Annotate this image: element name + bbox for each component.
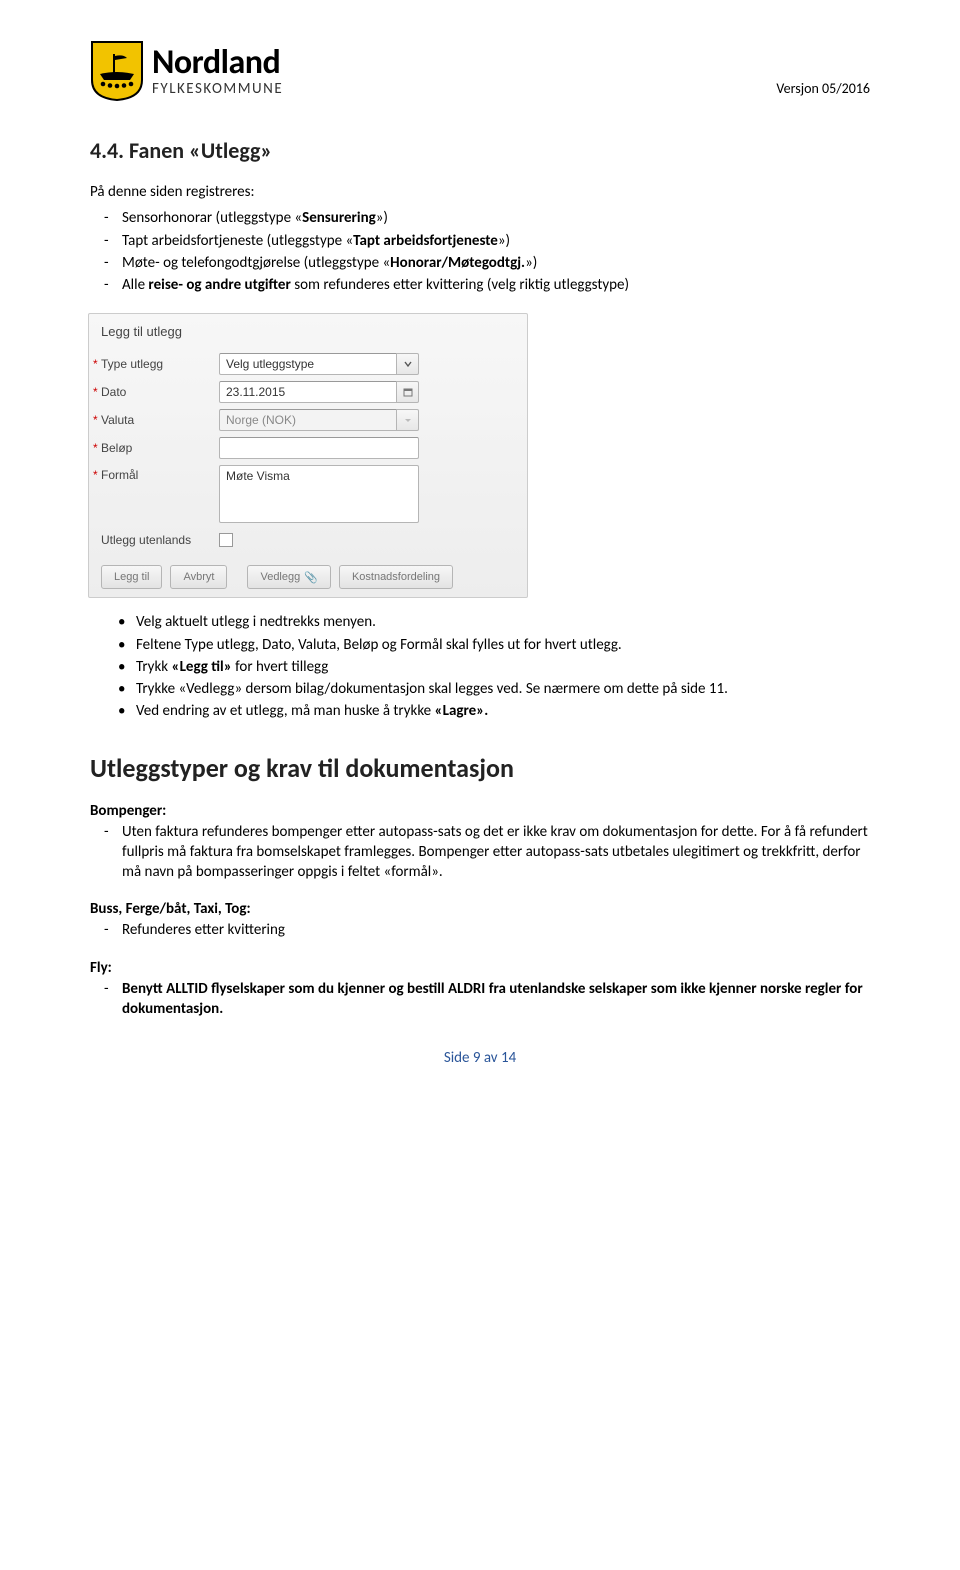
instructions-list: Velg aktuelt utlegg i nedtrekks menyen. … <box>90 612 870 721</box>
intro-list: Sensorhonorar (utleggstype «Sensurering»… <box>90 208 870 295</box>
valuta-select[interactable] <box>219 409 397 431</box>
list-item: Feltene Type utlegg, Dato, Valuta, Beløp… <box>90 635 870 655</box>
brand-subtitle: FYLKESKOMMUNE <box>152 82 283 97</box>
formal-textarea[interactable] <box>219 465 419 523</box>
list-item: Refunderes etter kvittering <box>90 920 870 940</box>
list-item: Benytt ALLTID flyselskaper som du kjenne… <box>90 979 870 1020</box>
version-label: Versjon 05/2016 <box>776 80 870 97</box>
kostnadsfordeling-button[interactable]: Kostnadsfordeling <box>339 565 453 589</box>
paperclip-icon: 📎 <box>304 571 318 584</box>
dato-input[interactable] <box>219 381 397 403</box>
section-title: 4.4. Fanen «Utlegg» <box>90 137 870 164</box>
list-item: Trykk «Legg til» for hvert tillegg <box>90 657 870 677</box>
avbryt-button[interactable]: Avbryt <box>170 565 227 589</box>
panel-title: Legg til utlegg <box>101 324 515 339</box>
label-formal: Formål <box>101 468 219 482</box>
label-type-utlegg: Type utlegg <box>101 357 219 371</box>
list-item: Ved endring av et utlegg, må man huske å… <box>90 701 870 721</box>
page-header: Nordland FYLKESKOMMUNE Versjon 05/2016 <box>90 40 870 102</box>
shield-icon <box>90 40 144 102</box>
intro-text: På denne siden registreres: <box>90 182 870 202</box>
label-belop: Beløp <box>101 441 219 455</box>
calendar-icon[interactable] <box>397 381 419 403</box>
page-footer: Side 9 av 14 <box>90 1049 870 1067</box>
brand-name: Nordland <box>152 46 283 80</box>
belop-input[interactable] <box>219 437 419 459</box>
section2-title: Utleggstyper og krav til dokumentasjon <box>90 752 870 784</box>
vedlegg-button[interactable]: Vedlegg📎 <box>247 565 330 589</box>
brand-logo: Nordland FYLKESKOMMUNE <box>90 40 283 102</box>
subhead-bompenger: Bompenger: <box>90 802 870 820</box>
fly-list: Benytt ALLTID flyselskaper som du kjenne… <box>90 979 870 1020</box>
utlegg-form-panel: Legg til utlegg Type utlegg Dato Valuta <box>88 313 528 598</box>
label-dato: Dato <box>101 385 219 399</box>
label-utenlands: Utlegg utenlands <box>101 533 219 547</box>
utenlands-checkbox[interactable] <box>219 533 233 547</box>
bompenger-list: Uten faktura refunderes bompenger etter … <box>90 822 870 883</box>
subhead-fly: Fly: <box>90 959 870 977</box>
list-item: Uten faktura refunderes bompenger etter … <box>90 822 870 883</box>
list-item: Alle reise- og andre utgifter som refund… <box>90 275 870 295</box>
chevron-down-icon[interactable] <box>397 353 419 375</box>
list-item: Sensorhonorar (utleggstype «Sensurering»… <box>90 208 870 228</box>
chevron-down-icon[interactable] <box>397 409 419 431</box>
label-valuta: Valuta <box>101 413 219 427</box>
list-item: Trykke «Vedlegg» dersom bilag/dokumentas… <box>90 679 870 699</box>
list-item: Tapt arbeidsfortjeneste (utleggstype «Ta… <box>90 231 870 251</box>
subhead-buss: Buss, Ferge/båt, Taxi, Tog: <box>90 900 870 918</box>
list-item: Møte- og telefongodtgjørelse (utleggstyp… <box>90 253 870 273</box>
buss-list: Refunderes etter kvittering <box>90 920 870 940</box>
list-item: Velg aktuelt utlegg i nedtrekks menyen. <box>90 612 870 632</box>
legg-til-button[interactable]: Legg til <box>101 565 162 589</box>
type-utlegg-select[interactable] <box>219 353 397 375</box>
